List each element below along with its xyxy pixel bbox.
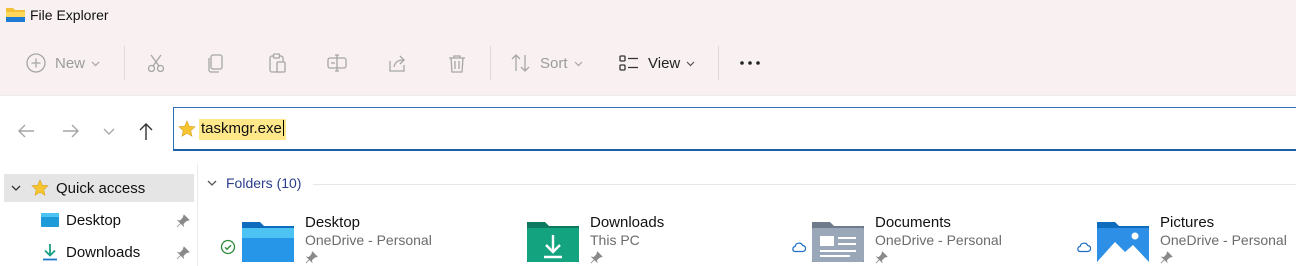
sidebar-item-desktop[interactable]: Desktop — [4, 206, 194, 234]
section-divider — [313, 184, 1296, 185]
clipboard-icon — [269, 53, 286, 73]
chevron-down-icon — [574, 61, 582, 66]
desktop-folder-icon — [242, 222, 294, 262]
sort-icon — [511, 54, 530, 72]
folder-name: Downloads — [590, 214, 665, 231]
new-button[interactable]: New — [25, 51, 100, 75]
sidebar-item-label: Desktop — [66, 211, 122, 229]
share-icon — [389, 55, 405, 72]
title-bar: File Explorer — [0, 0, 1296, 30]
desktop-icon — [41, 213, 59, 227]
new-label: New — [55, 54, 86, 72]
view-layout-icon — [619, 55, 638, 71]
folders-section-header[interactable]: Folders (10) — [206, 175, 301, 191]
window-title: File Explorer — [30, 7, 109, 23]
folder-location: OneDrive - Personal — [1160, 232, 1287, 248]
folder-location: OneDrive - Personal — [875, 232, 1002, 248]
toolbar-divider — [718, 46, 719, 80]
more-options-button[interactable] — [739, 51, 761, 75]
download-arrow-icon — [43, 244, 57, 261]
rename-icon — [327, 54, 347, 72]
pin-icon — [590, 251, 603, 264]
address-input-text[interactable]: taskmgr.exe — [199, 119, 286, 140]
downloads-folder-icon — [527, 222, 579, 262]
folder-name: Desktop — [305, 214, 361, 231]
view-button[interactable]: View — [618, 51, 695, 75]
sidebar-item-quick-access[interactable]: Quick access — [4, 174, 194, 202]
address-bar[interactable]: taskmgr.exe — [173, 107, 1296, 151]
text-caret — [282, 120, 284, 136]
navigation-pane: Quick access Desktop Downloads — [0, 163, 198, 266]
address-value: taskmgr.exe — [201, 120, 282, 137]
pin-icon — [305, 251, 318, 264]
sidebar-item-label: Downloads — [66, 243, 141, 261]
paste-button[interactable] — [266, 51, 288, 75]
folder-name: Pictures — [1160, 214, 1215, 231]
add-circle-icon — [26, 53, 46, 73]
sync-check-icon — [220, 239, 236, 255]
pin-icon[interactable] — [176, 246, 190, 260]
up-arrow-icon[interactable] — [135, 120, 157, 142]
chevron-down-icon[interactable] — [206, 177, 218, 189]
folder-tile-desktop[interactable]: Desktop OneDrive - Personal — [220, 209, 505, 266]
sort-button[interactable]: Sort — [510, 51, 583, 75]
copy-icon — [208, 54, 223, 73]
chevron-down-icon — [686, 61, 695, 66]
forward-arrow-icon[interactable] — [60, 120, 82, 142]
chevron-down-icon[interactable] — [10, 182, 22, 194]
toolbar-divider — [124, 46, 125, 80]
star-icon — [178, 120, 196, 137]
folder-name: Documents — [875, 214, 951, 231]
sidebar-item-downloads[interactable]: Downloads — [4, 238, 194, 266]
more-horizontal-icon — [740, 61, 760, 65]
view-label: View — [648, 54, 681, 72]
folder-tile-pictures[interactable]: Pictures OneDrive - Personal — [1075, 209, 1296, 266]
folder-location: OneDrive - Personal — [305, 232, 432, 248]
star-icon — [31, 179, 49, 196]
command-bar: New Sort View — [0, 30, 1296, 96]
trash-icon — [449, 55, 465, 73]
cloud-icon — [792, 242, 806, 253]
toolbar-divider — [490, 46, 491, 80]
chevron-down-icon — [91, 61, 100, 66]
pictures-folder-icon — [1097, 222, 1149, 262]
copy-button[interactable] — [205, 51, 227, 75]
file-explorer-icon — [6, 8, 25, 22]
sidebar-item-label: Quick access — [56, 179, 146, 197]
share-button[interactable] — [386, 51, 408, 75]
pin-icon[interactable] — [176, 214, 190, 228]
cut-button[interactable] — [145, 51, 167, 75]
documents-folder-icon — [812, 222, 864, 262]
sort-label: Sort — [540, 54, 568, 72]
folder-tile-documents[interactable]: Documents OneDrive - Personal — [790, 209, 1075, 266]
scissors-icon — [147, 54, 165, 73]
content-pane: Folders (10) Desktop OneDrive - Personal… — [198, 163, 1296, 266]
rename-button[interactable] — [326, 51, 348, 75]
cloud-icon — [1077, 242, 1091, 253]
folder-location: This PC — [590, 232, 640, 248]
section-title: Folders (10) — [226, 175, 302, 191]
delete-button[interactable] — [446, 51, 468, 75]
recent-locations-chevron-icon[interactable] — [101, 120, 117, 142]
pin-icon — [1160, 251, 1173, 264]
back-arrow-icon[interactable] — [15, 120, 37, 142]
folder-tile-downloads[interactable]: Downloads This PC — [505, 209, 790, 266]
pin-icon — [875, 251, 888, 264]
